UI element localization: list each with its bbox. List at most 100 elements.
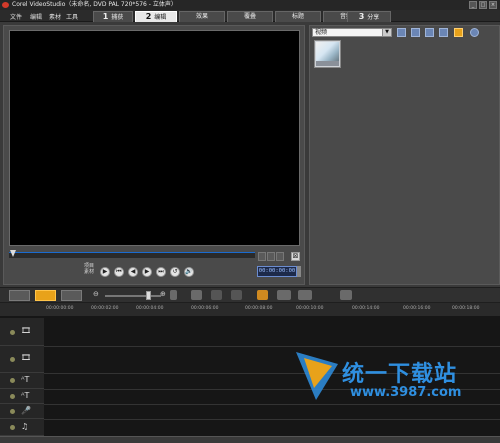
split-button[interactable] — [276, 252, 284, 261]
repeat-button[interactable]: ↺ — [170, 267, 180, 277]
tab-edit[interactable]: 2 编辑 — [135, 11, 177, 22]
ruler-tick: 00:00:16:00 — [403, 306, 431, 311]
title-track-header[interactable]: ᴬT — [0, 373, 44, 389]
library-thumbnail[interactable] — [314, 40, 341, 68]
watermark-title: 统一下载站 — [342, 362, 458, 387]
title-track-2-icon: ᴬT — [21, 391, 30, 400]
expand-button[interactable]: ⊠ — [291, 252, 300, 261]
preview-screen — [9, 30, 300, 246]
thumbnail-caption — [316, 61, 339, 66]
track-toggle[interactable] — [10, 357, 15, 362]
timeline-view-button[interactable] — [35, 290, 56, 301]
tab-share[interactable]: 3 分享 — [347, 11, 391, 22]
insert-icon[interactable] — [191, 290, 202, 300]
library-category-value: 视频 — [315, 29, 328, 36]
audio-view-button[interactable] — [61, 290, 82, 301]
fit-icon[interactable] — [170, 290, 177, 300]
options-icon[interactable] — [439, 28, 448, 37]
library-category-select[interactable]: 视频 ▼ — [312, 28, 392, 37]
timecode-display[interactable]: 00:00:00:00 — [257, 266, 297, 277]
end-button[interactable]: ⏭ — [156, 267, 166, 277]
tab-title[interactable]: 标题 — [275, 11, 321, 22]
thumbnail-image — [316, 42, 339, 61]
track-toggle[interactable] — [10, 330, 15, 335]
ruler-tick: 00:00:00:00 — [46, 306, 74, 311]
close-button[interactable]: × — [489, 1, 497, 9]
track-toggle[interactable] — [10, 378, 15, 383]
window-title: Corel VideoStudio（未命名, DVD PAL 720*576 -… — [12, 1, 177, 8]
music-track-header[interactable]: ♫ — [0, 419, 44, 436]
trim-end-button[interactable] — [267, 252, 275, 261]
home-button[interactable]: ⏮ — [114, 267, 124, 277]
minimize-button[interactable]: _ — [469, 1, 477, 9]
ruler-tick: 00:00:14:00 — [352, 306, 380, 311]
voice-track-icon: 🎤 — [21, 406, 31, 415]
zoom-in-icon[interactable]: ⊕ — [160, 290, 168, 300]
ruler-tick: 00:00:04:00 — [136, 306, 164, 311]
trim-start-button[interactable] — [258, 252, 266, 261]
step-number: 1 — [102, 12, 109, 21]
ruler-tick: 00:00:10:00 — [296, 306, 324, 311]
ruler-tick: 00:00:18:00 — [452, 306, 480, 311]
zoom-out-icon[interactable]: ⊖ — [93, 290, 100, 300]
prev-frame-button[interactable]: ◀ — [128, 267, 138, 277]
track-divider — [44, 346, 500, 347]
title-track-2-header[interactable]: ᴬT — [0, 389, 44, 404]
import-icon[interactable] — [411, 28, 420, 37]
scrub-bar[interactable] — [9, 252, 255, 258]
export-icon[interactable] — [340, 290, 352, 300]
track-divider — [44, 419, 500, 420]
overlay-track-icon: 🎞 — [21, 353, 32, 362]
track-toggle[interactable] — [10, 394, 15, 399]
storyboard-view-button[interactable] — [9, 290, 30, 301]
ruler-tick: 00:00:06:00 — [191, 306, 219, 311]
overlay-track-header[interactable]: 🎞 — [0, 346, 44, 373]
chevron-down-icon[interactable]: ▼ — [382, 29, 391, 36]
video-track-header[interactable]: 🎞 — [0, 318, 44, 346]
clip-mode-label[interactable]: 素材 — [84, 269, 98, 275]
timecode-spinner[interactable] — [297, 266, 301, 277]
auto-music-icon[interactable] — [298, 290, 312, 300]
undo-icon[interactable] — [211, 290, 222, 300]
voice-track-header[interactable]: 🎤 — [0, 404, 44, 419]
redo-icon[interactable] — [231, 290, 242, 300]
tab-capture[interactable]: 1 捕获 — [93, 11, 133, 22]
timeline-scrollbar[interactable] — [0, 436, 500, 443]
track-toggle[interactable] — [10, 409, 15, 414]
menu-tools[interactable]: 工具 — [66, 12, 78, 21]
tab-effect[interactable]: 效果 — [179, 11, 225, 22]
ruler-tick: 00:00:08:00 — [245, 306, 273, 311]
music-track-icon: ♫ — [21, 422, 29, 431]
zoom-slider-knob[interactable] — [146, 291, 151, 300]
zoom-slider[interactable] — [105, 295, 161, 297]
watermark-logo-icon — [296, 352, 338, 400]
folder-icon[interactable] — [397, 28, 406, 37]
tab-label: 捕获 — [111, 14, 124, 21]
menu-file[interactable]: 文件 — [10, 12, 22, 21]
maximize-button[interactable]: □ — [479, 1, 487, 9]
tab-overlay[interactable]: 覆叠 — [227, 11, 273, 22]
watermark-url: www.3987.com — [350, 385, 462, 400]
mix-icon[interactable] — [277, 290, 291, 300]
app-logo-icon — [2, 2, 9, 8]
ruler-tick: 00:00:02:00 — [91, 306, 119, 311]
watermark: 统一下载站 www.3987.com — [294, 348, 484, 408]
next-frame-button[interactable]: ▶ — [142, 267, 152, 277]
effect-icon[interactable] — [454, 28, 463, 37]
volume-button[interactable]: 🔊 — [184, 267, 194, 277]
tab-label: 编辑 — [154, 14, 167, 21]
track-toggle[interactable] — [10, 425, 15, 430]
play-mode[interactable]: 项目 素材 — [84, 263, 98, 275]
step-number: 3 — [358, 12, 365, 21]
title-bar: Corel VideoStudio（未命名, DVD PAL 720*576 -… — [0, 0, 500, 10]
video-track-icon: 🎞 — [21, 326, 32, 335]
tab-label: 分享 — [367, 14, 380, 21]
play-button[interactable]: ▶ — [100, 267, 110, 277]
record-icon[interactable] — [257, 290, 268, 300]
expand-icon[interactable] — [470, 28, 479, 37]
title-track-icon: ᴬT — [21, 375, 30, 384]
menu-clip[interactable]: 素材 — [49, 12, 61, 21]
step-number: 2 — [145, 12, 152, 21]
menu-edit[interactable]: 编辑 — [30, 12, 42, 21]
library-manager-icon[interactable] — [425, 28, 434, 37]
